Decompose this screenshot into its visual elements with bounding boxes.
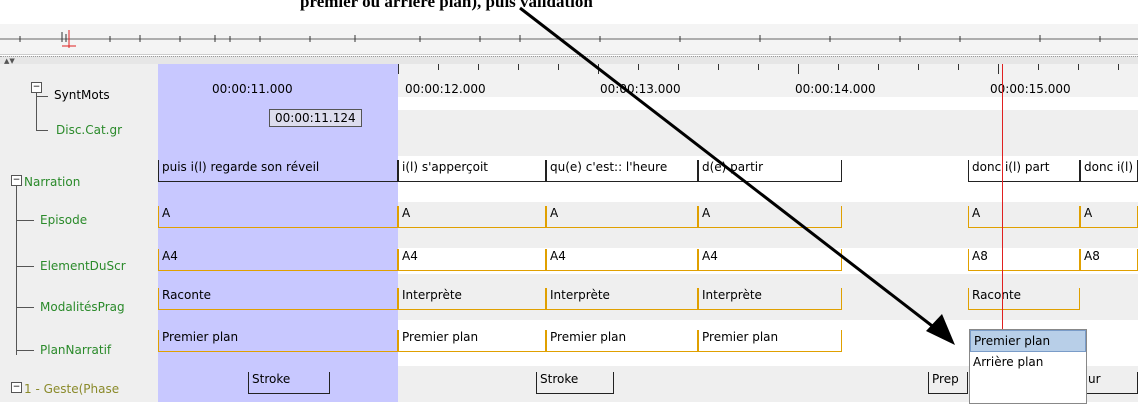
annotation-arrow — [519, 6, 955, 345]
